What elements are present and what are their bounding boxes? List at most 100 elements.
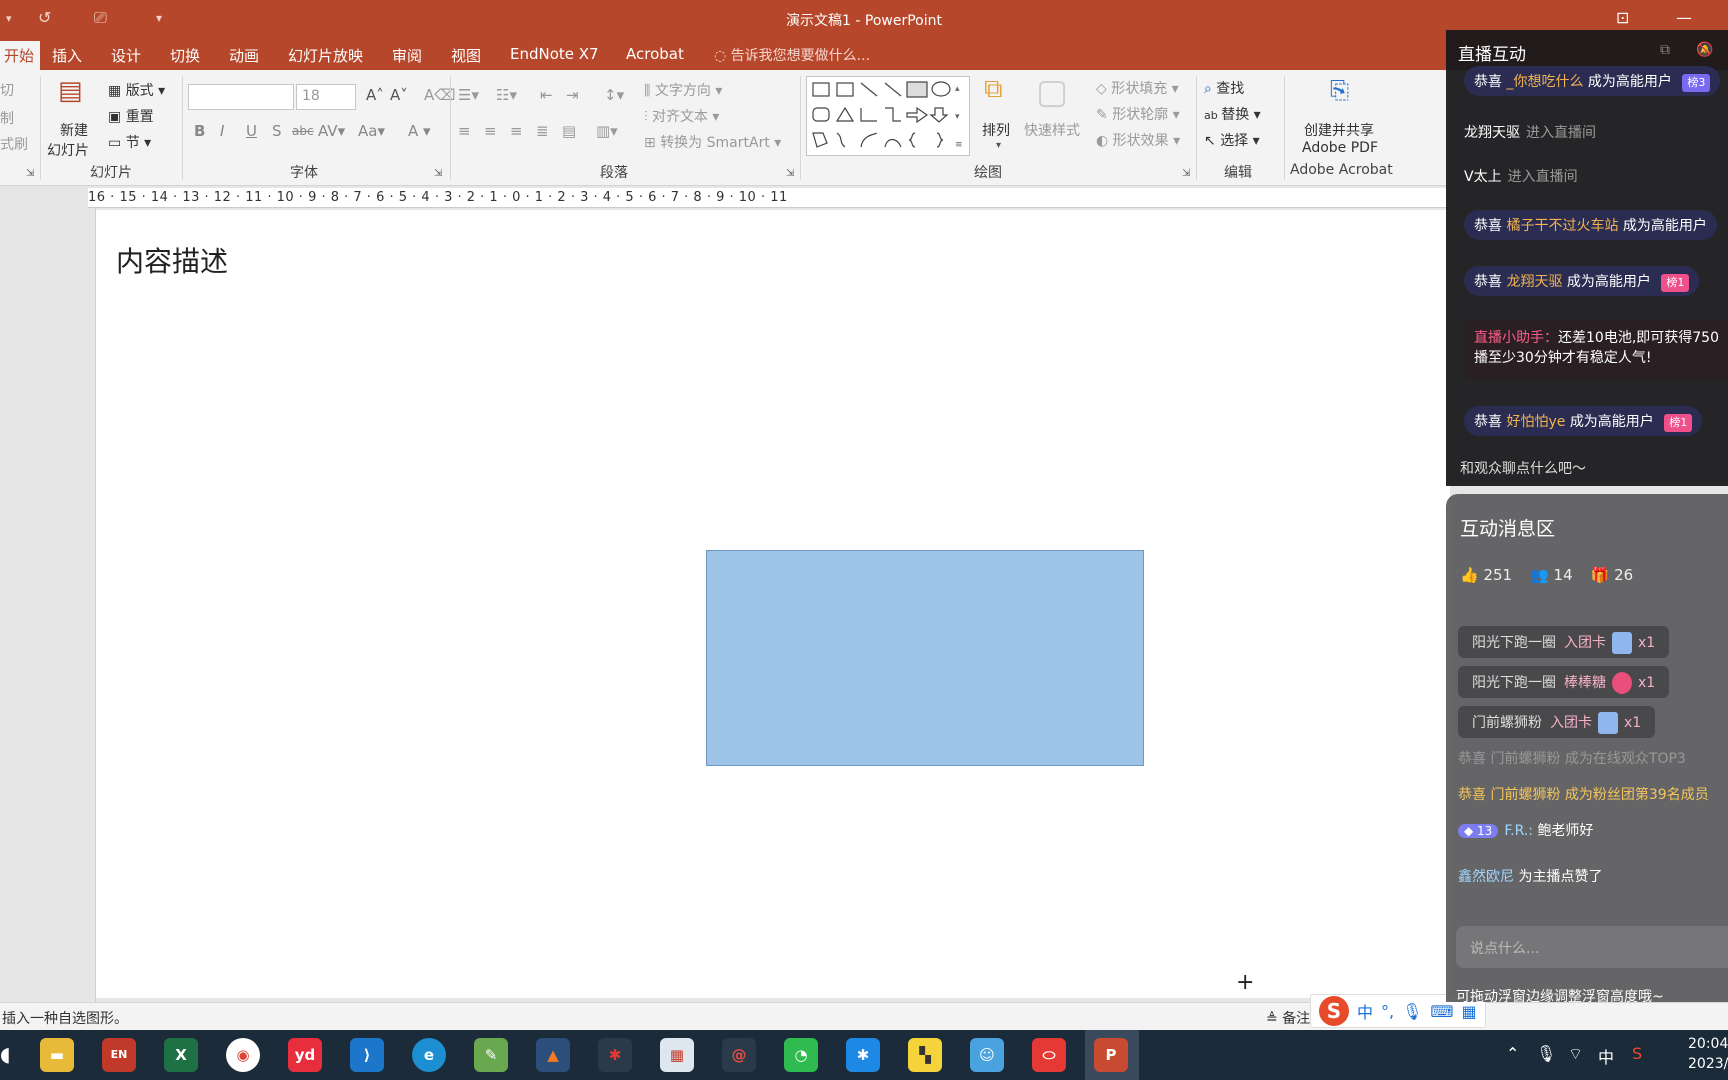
- convert-smartart-button[interactable]: ⊞ 转换为 SmartArt ▾: [644, 132, 781, 152]
- matlab-icon[interactable]: ▲: [536, 1038, 570, 1072]
- gift-user[interactable]: 阳光下跑一圈: [1472, 635, 1556, 651]
- font-size-box[interactable]: 18: [296, 84, 356, 110]
- justify-icon[interactable]: ≣: [536, 122, 549, 140]
- tab-slideshow[interactable]: 幻灯片放映: [288, 45, 363, 66]
- bold-icon[interactable]: B: [194, 122, 205, 140]
- align-center-icon[interactable]: ≡: [484, 122, 497, 140]
- drawing-launcher-icon[interactable]: ⇲: [1182, 168, 1190, 179]
- select-button[interactable]: ↖ 选择 ▾: [1204, 130, 1260, 150]
- chat-user[interactable]: F.R.:: [1504, 823, 1533, 839]
- copy-button[interactable]: 制: [0, 108, 14, 128]
- microphone-icon[interactable]: 🎙: [1402, 1002, 1422, 1021]
- slide-canvas[interactable]: 内容描述 +: [96, 210, 1450, 998]
- row-username[interactable]: V太上: [1464, 169, 1502, 185]
- numbering-icon[interactable]: ☷▾: [496, 86, 517, 104]
- tab-animations[interactable]: 动画: [229, 45, 259, 66]
- app-anime-icon[interactable]: ☺: [970, 1038, 1004, 1072]
- edge-icon[interactable]: e: [412, 1038, 446, 1072]
- format-painter-button[interactable]: 式刷: [0, 134, 28, 154]
- tab-acrobat[interactable]: Acrobat: [626, 45, 684, 63]
- line-spacing-icon[interactable]: ↕▾: [604, 86, 624, 104]
- find-button[interactable]: ⌕ 查找: [1204, 78, 1244, 98]
- align-text-button[interactable]: ⫶ 对齐文本 ▾: [644, 106, 719, 126]
- app-star-icon[interactable]: ✱: [846, 1038, 880, 1072]
- italic-icon[interactable]: I: [220, 122, 224, 140]
- layout-button[interactable]: ▦ 版式 ▾: [108, 80, 165, 100]
- row-username[interactable]: 好怕怕ye: [1506, 414, 1565, 430]
- popout-icon[interactable]: ⧉: [1660, 42, 1670, 58]
- notepad-icon[interactable]: ✎: [474, 1038, 508, 1072]
- increase-indent-icon[interactable]: ⇥: [566, 86, 579, 104]
- ime-lang-toggle[interactable]: 中: [1357, 999, 1373, 1023]
- sogou-logo-icon[interactable]: S: [1319, 996, 1349, 1026]
- bullets-icon[interactable]: ☰▾: [458, 86, 479, 104]
- decrease-indent-icon[interactable]: ⇤: [540, 86, 553, 104]
- row-username[interactable]: 橘子干不过火车站: [1506, 218, 1618, 234]
- distribute-icon[interactable]: ▤: [562, 122, 576, 140]
- app-notebook-icon[interactable]: ▦: [660, 1038, 694, 1072]
- cut-button[interactable]: 切: [0, 80, 14, 100]
- ime-indicator[interactable]: 中: [1598, 1044, 1614, 1068]
- align-left-icon[interactable]: ≡: [458, 122, 471, 140]
- clock[interactable]: 20:04 2023/6: [1688, 1034, 1728, 1074]
- notes-button[interactable]: ≜ 备注: [1266, 1008, 1310, 1028]
- gift-user[interactable]: 门前螺狮粉: [1472, 715, 1542, 731]
- change-case-icon[interactable]: Aa▾: [358, 122, 385, 140]
- keyboard-icon[interactable]: ⌨: [1430, 1002, 1453, 1021]
- shape-outline-button[interactable]: ✎ 形状轮廓 ▾: [1096, 104, 1180, 124]
- like-user[interactable]: 鑫然欧尼: [1458, 869, 1514, 885]
- minimize-button[interactable]: —: [1676, 8, 1692, 27]
- shape-effects-button[interactable]: ◐ 形状效果 ▾: [1096, 130, 1180, 150]
- app-spiral-icon[interactable]: @: [722, 1038, 756, 1072]
- tab-home[interactable]: 开始: [0, 41, 41, 73]
- tell-me-search[interactable]: ◌ 告诉我您想要做什么...: [714, 45, 870, 65]
- text-direction-button[interactable]: ⫼ 文字方向 ▾: [644, 80, 722, 100]
- replace-button[interactable]: ab 替换 ▾: [1204, 104, 1261, 124]
- clipboard-launcher-icon[interactable]: ⇲: [26, 168, 34, 179]
- app-oval-icon[interactable]: ⬭: [1032, 1038, 1066, 1072]
- paragraph-launcher-icon[interactable]: ⇲: [786, 168, 794, 179]
- align-right-icon[interactable]: ≡: [510, 122, 523, 140]
- grow-font-icon[interactable]: A˄: [366, 86, 384, 104]
- slide-title[interactable]: 内容描述: [116, 240, 228, 280]
- tab-transitions[interactable]: 切换: [170, 45, 200, 66]
- wifi-icon[interactable]: ⌔: [1568, 1044, 1583, 1064]
- ribbon-display-icon[interactable]: ⊡: [1616, 8, 1629, 27]
- horizontal-ruler[interactable]: 16 · 15 · 14 · 13 · 12 · 11 · 10 · 9 · 8…: [88, 188, 1450, 208]
- tray-overflow-icon[interactable]: ⌃: [1506, 1044, 1519, 1063]
- reset-button[interactable]: ▣ 重置: [108, 106, 154, 126]
- font-name-box[interactable]: [188, 84, 294, 110]
- shrink-font-icon[interactable]: A˅: [390, 86, 408, 104]
- sogou-tray-icon[interactable]: S: [1632, 1044, 1642, 1063]
- row-username[interactable]: _你想吃什么: [1506, 74, 1583, 90]
- underline-icon[interactable]: U: [246, 122, 257, 140]
- youdao-icon[interactable]: yd: [288, 1038, 322, 1072]
- columns-icon[interactable]: ▥▾: [596, 122, 618, 140]
- file-explorer-icon[interactable]: ▬: [40, 1038, 74, 1072]
- endnote-icon[interactable]: EN: [102, 1038, 136, 1072]
- rectangle-shape[interactable]: [706, 550, 1144, 766]
- row-username[interactable]: 龙翔天驱: [1464, 125, 1520, 141]
- shadow-icon[interactable]: S: [272, 122, 282, 140]
- sticky-notes-icon[interactable]: ▚: [908, 1038, 942, 1072]
- section-button[interactable]: ▭ 节 ▾: [108, 132, 151, 152]
- excel-icon[interactable]: X: [164, 1038, 198, 1072]
- shape-fill-button[interactable]: ◇ 形状填充 ▾: [1096, 78, 1179, 98]
- spacing-icon[interactable]: AV▾: [318, 122, 345, 140]
- tab-view[interactable]: 视图: [451, 45, 481, 66]
- vscode-icon[interactable]: ⟩: [350, 1038, 384, 1072]
- strikethrough-icon[interactable]: abc: [292, 124, 314, 138]
- font-launcher-icon[interactable]: ⇲: [434, 168, 442, 179]
- tab-insert[interactable]: 插入: [52, 45, 82, 66]
- app-red-icon[interactable]: ✱: [598, 1038, 632, 1072]
- mute-icon[interactable]: 🔕: [1696, 42, 1713, 58]
- punctuation-icon[interactable]: °,: [1381, 1002, 1394, 1021]
- powerpoint-icon[interactable]: P: [1094, 1038, 1128, 1072]
- tab-review[interactable]: 审阅: [392, 45, 422, 66]
- tray-microphone-icon[interactable]: 🎙: [1536, 1044, 1556, 1063]
- tab-endnote[interactable]: EndNote X7: [510, 45, 599, 63]
- shapes-gallery[interactable]: ▴ ▾ ≡: [806, 76, 970, 156]
- font-color-icon[interactable]: A ▾: [408, 122, 431, 140]
- gift-user[interactable]: 阳光下跑一圈: [1472, 675, 1556, 691]
- chat-prompt[interactable]: 和观众聊点什么吧～: [1460, 458, 1586, 478]
